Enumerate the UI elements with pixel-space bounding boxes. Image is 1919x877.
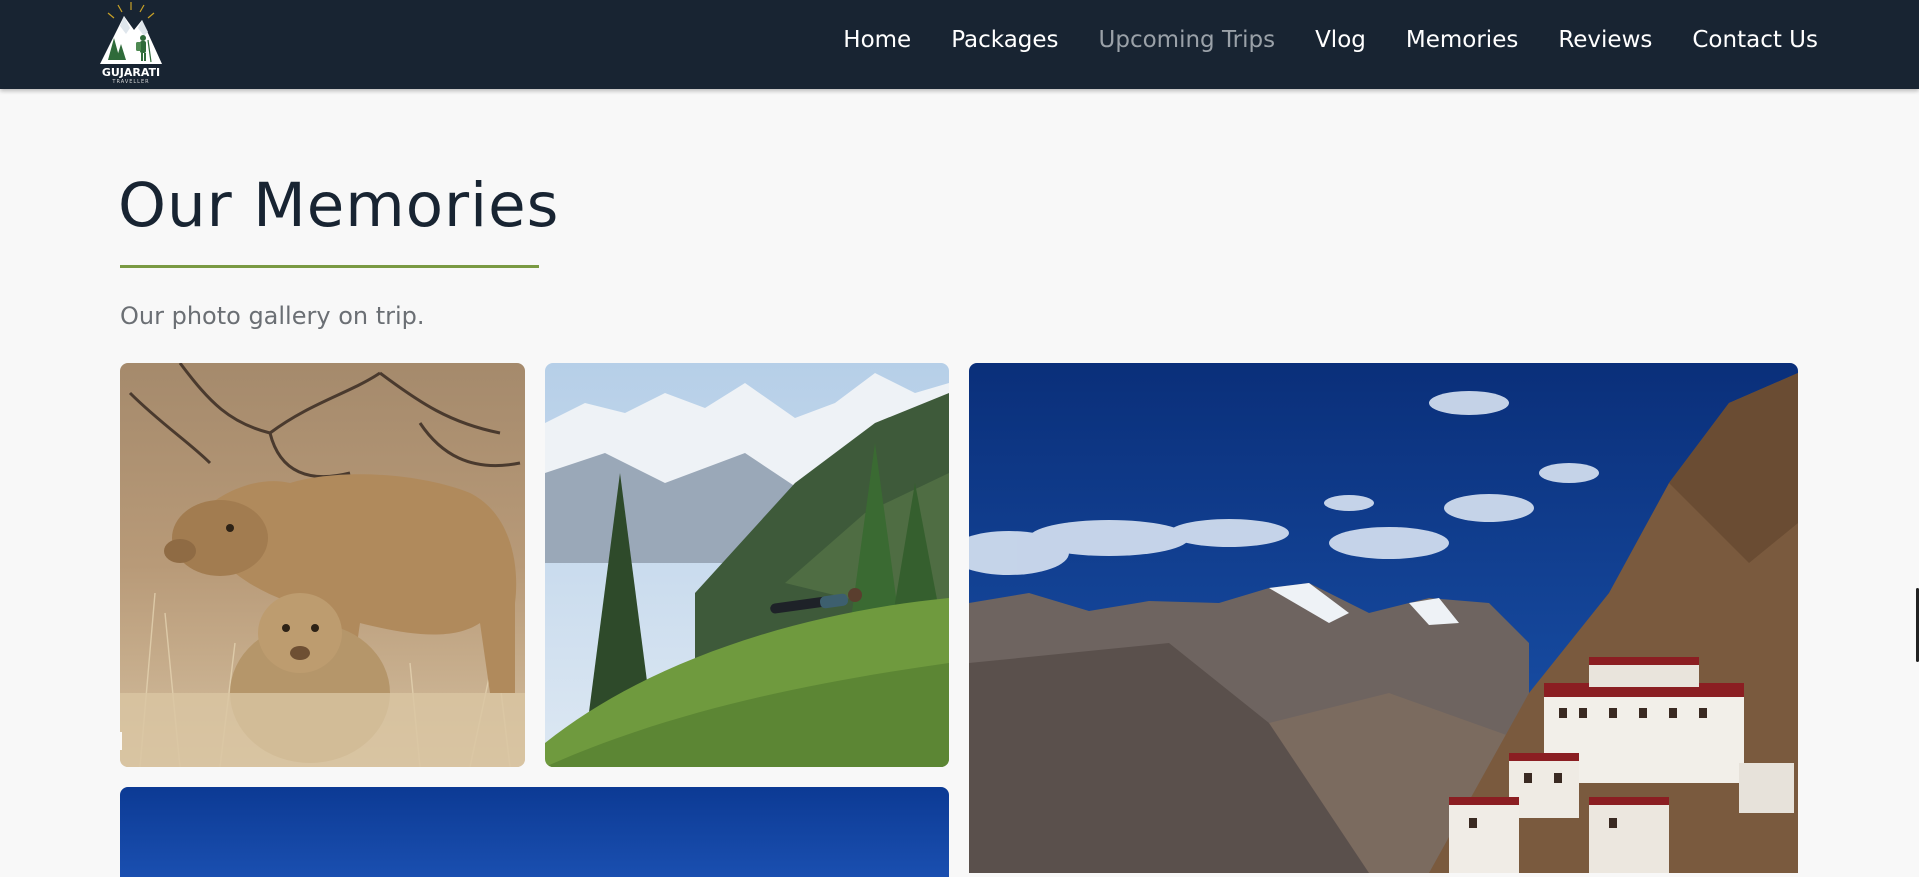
nav-upcoming-trips[interactable]: Upcoming Trips [1099,27,1276,53]
title-underline [120,265,539,268]
gallery-photo-sky[interactable] [120,787,949,877]
gallery-photo-meadow[interactable] [545,363,949,767]
gallery-photo-monastery[interactable] [969,363,1798,873]
nav-packages[interactable]: Packages [951,27,1058,53]
logo-wordmark: GUJARATI [101,66,161,79]
logo-tagline: TRAVELLER [112,79,150,85]
lions-image [120,363,525,767]
image-caret [120,732,128,750]
sky-image [120,787,949,877]
nav-home[interactable]: Home [843,27,911,53]
main-navigation: Home Packages Upcoming Trips Vlog Memori… [843,0,1818,79]
meadow-image [545,363,949,767]
nav-reviews[interactable]: Reviews [1558,27,1652,53]
nav-contact-us[interactable]: Contact Us [1692,27,1818,53]
page-title: Our Memories [118,170,560,241]
gallery-photo-lions[interactable] [120,363,525,767]
logo-emblem [100,2,162,64]
site-header: GUJARATI TRAVELLER Home Packages Upcomin… [0,0,1919,89]
nav-memories[interactable]: Memories [1406,27,1518,53]
monastery-image [969,363,1798,873]
section-subtitle: Our photo gallery on trip. [120,302,425,330]
nav-vlog[interactable]: Vlog [1315,27,1366,53]
site-logo[interactable]: GUJARATI TRAVELLER [98,0,164,86]
